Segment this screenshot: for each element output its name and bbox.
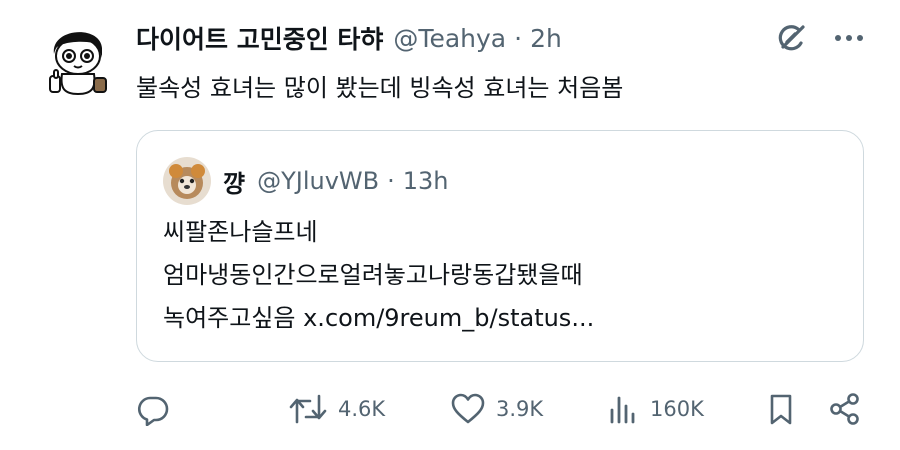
author-display-name[interactable]: 다이어트 고민중인 타햐 (136, 20, 383, 56)
tweet-timestamp[interactable]: 2h (530, 24, 562, 53)
author-handle[interactable]: @Teahya (393, 24, 506, 53)
reply-button[interactable] (136, 385, 170, 433)
share-button[interactable] (828, 385, 862, 433)
like-button[interactable]: 3.9K (450, 385, 543, 433)
quoted-header: 꺙 @YJluvWB · 13h (223, 161, 449, 201)
bookmark-button[interactable] (766, 385, 796, 433)
more-icon[interactable] (834, 33, 864, 43)
quoted-text-line: 녹여주고싶음 x.com/9reum_b/status... (163, 304, 595, 332)
quoted-text: 씨팔존나슬프네 엄마냉동인간으로얼려놓고나랑동갑됐을때 녹여주고싶음 x.com… (163, 211, 594, 340)
views-count: 160K (650, 397, 704, 421)
retweet-count: 4.6K (338, 397, 386, 421)
author-avatar[interactable] (44, 18, 110, 96)
quoted-author-avatar[interactable] (163, 157, 211, 205)
grok-icon[interactable] (774, 21, 808, 55)
retweet-button[interactable]: 4.6K (288, 385, 385, 433)
quoted-separator-dot: · (387, 167, 395, 195)
quoted-handle: @YJluvWB (257, 167, 380, 195)
tweet-action-bar: 4.6K 3.9K 160K (0, 385, 900, 433)
tweet-text: 불속성 효녀는 많이 봤는데 빙속성 효녀는 처음봄 (136, 74, 624, 102)
views-button[interactable]: 160K (606, 385, 704, 433)
tweet-top-actions (774, 18, 864, 58)
bookmark-icon (766, 392, 796, 426)
tweet-header: 다이어트 고민중인 타햐 @Teahya · 2h (136, 18, 562, 58)
quoted-text-line: 엄마냉동인간으로얼려놓고나랑동갑됐을때 (163, 261, 583, 289)
quoted-timestamp: 13h (402, 167, 449, 195)
separator-dot: · (514, 23, 523, 53)
share-icon (828, 392, 862, 426)
heart-icon (450, 392, 486, 426)
quoted-tweet-card[interactable]: 꺙 @YJluvWB · 13h 씨팔존나슬프네 엄마냉동인간으로얼려놓고나랑동… (136, 130, 864, 362)
reply-icon (136, 392, 170, 426)
like-count: 3.9K (496, 397, 544, 421)
views-icon (606, 392, 640, 426)
retweet-icon (288, 392, 328, 426)
quoted-display-name: 꺙 (223, 169, 246, 198)
quoted-text-line: 씨팔존나슬프네 (163, 218, 318, 246)
